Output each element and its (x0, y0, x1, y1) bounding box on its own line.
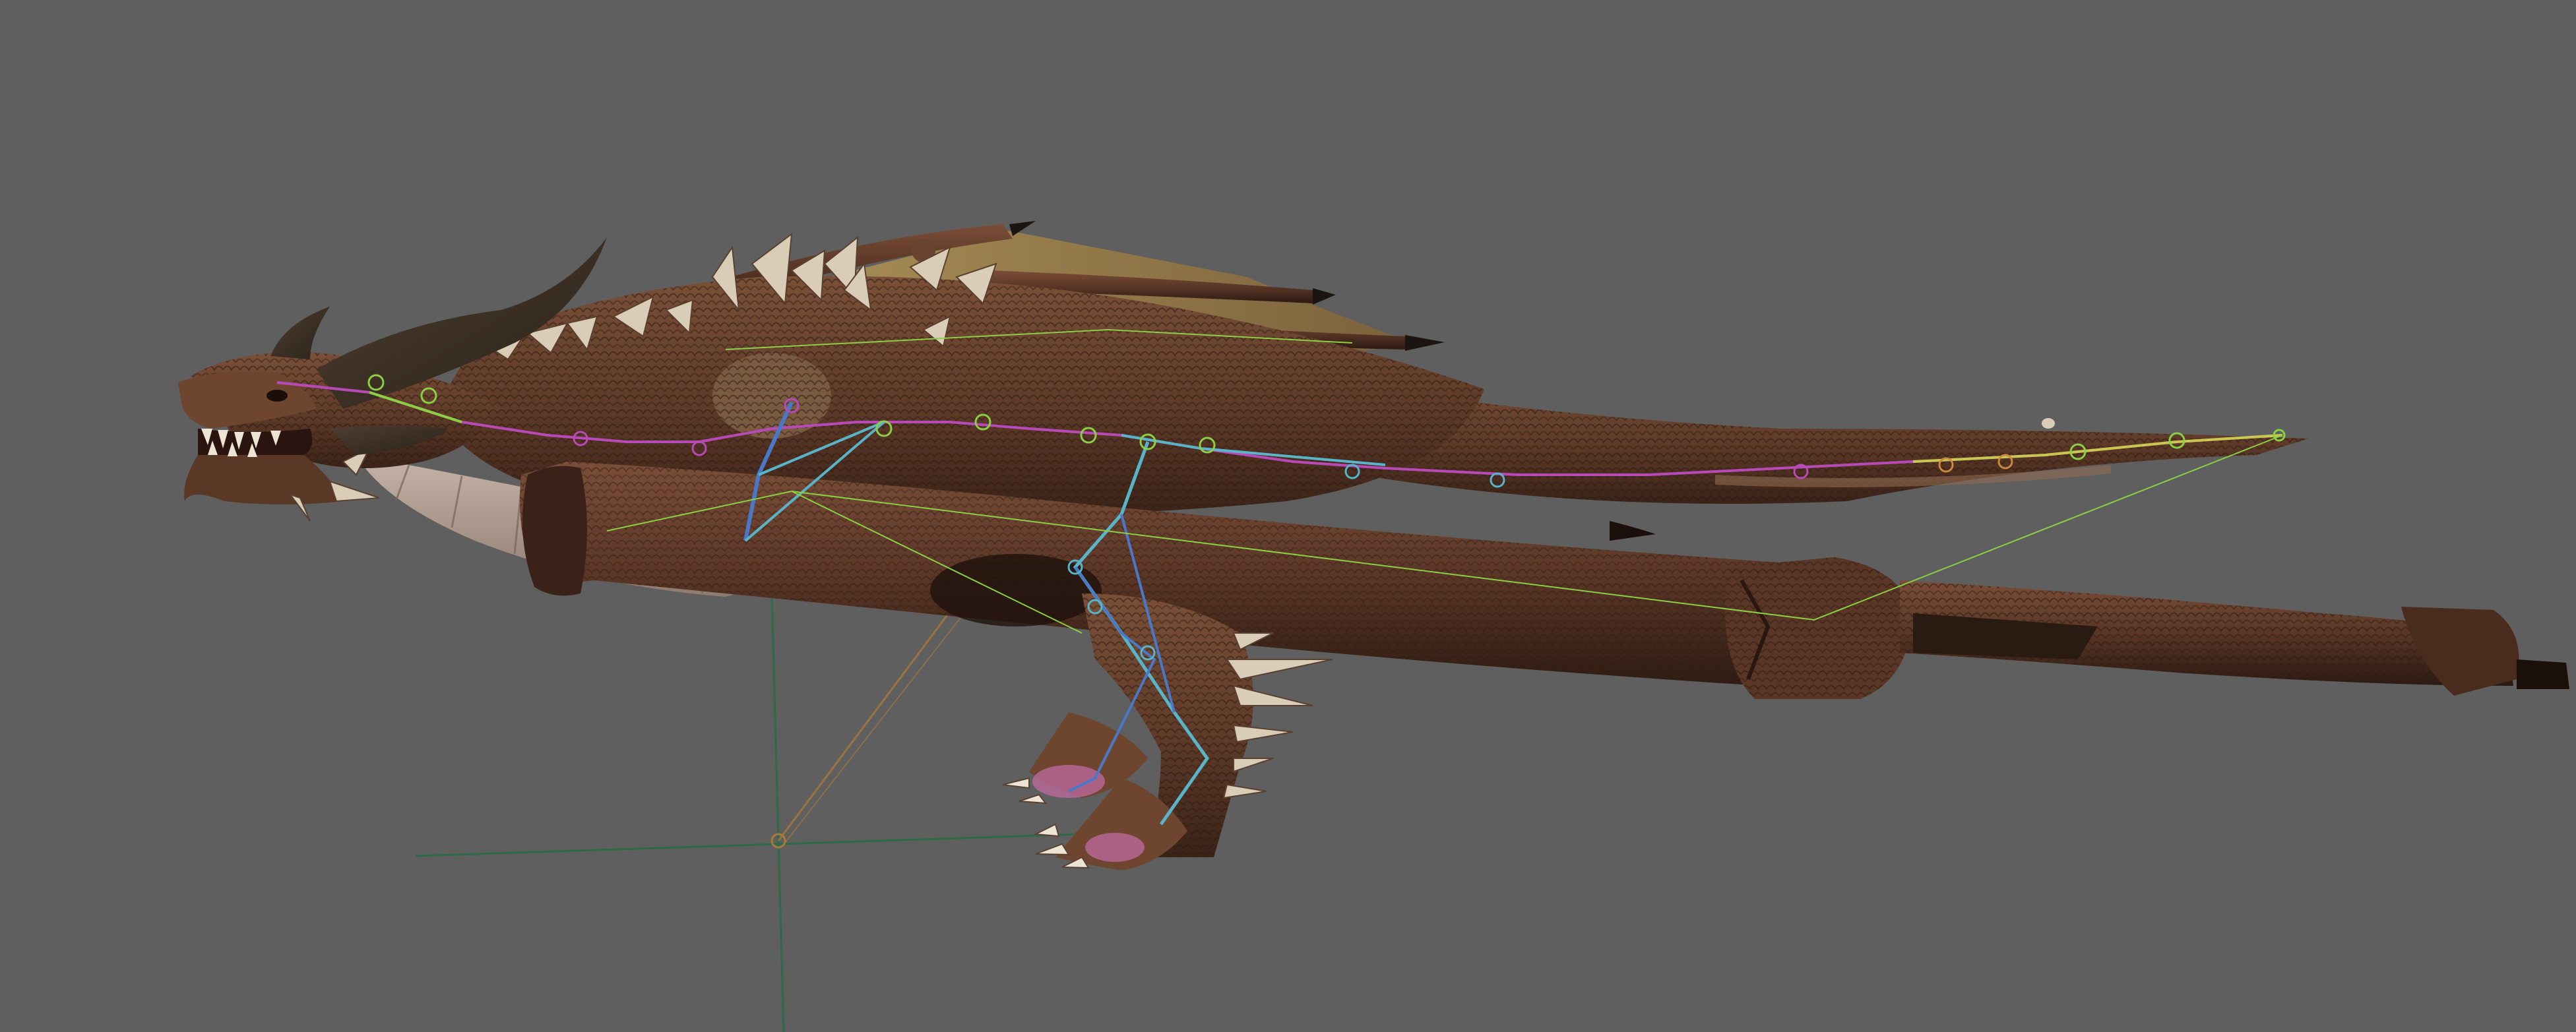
scene-canvas[interactable] (0, 0, 2576, 1032)
eye (267, 390, 288, 402)
3d-viewport[interactable] (0, 0, 2576, 1032)
viewport-background (0, 0, 2576, 1032)
